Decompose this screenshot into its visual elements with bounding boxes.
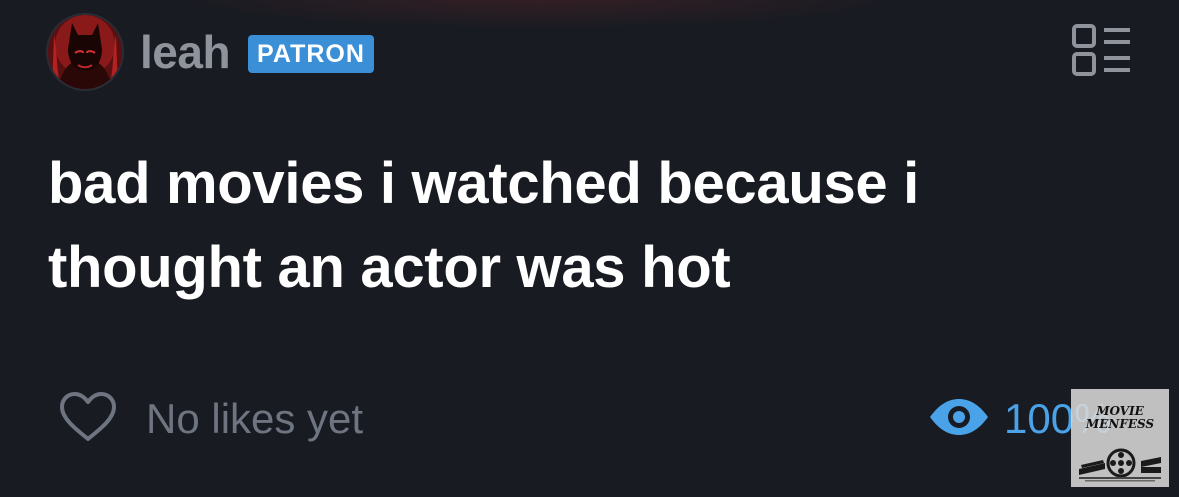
- post-header: leah PATRON: [48, 14, 374, 90]
- watermark-logo: MOVIE MENFESS: [1071, 389, 1169, 487]
- heart-outline-icon[interactable]: [58, 390, 118, 449]
- watermark-line-2: MENFESS: [1085, 417, 1155, 431]
- post-title: bad movies i watched because i thought a…: [48, 151, 919, 300]
- film-reel-icon: [1075, 439, 1165, 488]
- author-name[interactable]: leah: [140, 25, 231, 79]
- patron-badge: PATRON: [248, 35, 374, 73]
- likes-count-text: No likes yet: [146, 395, 364, 442]
- avatar-image: [48, 15, 122, 89]
- watermark-title: MOVIE MENFESS: [1071, 405, 1169, 431]
- layout-list-icon[interactable]: [1068, 22, 1134, 80]
- eye-icon: [928, 397, 990, 442]
- likes-area: No likes yet: [58, 390, 364, 449]
- avatar[interactable]: [48, 15, 122, 89]
